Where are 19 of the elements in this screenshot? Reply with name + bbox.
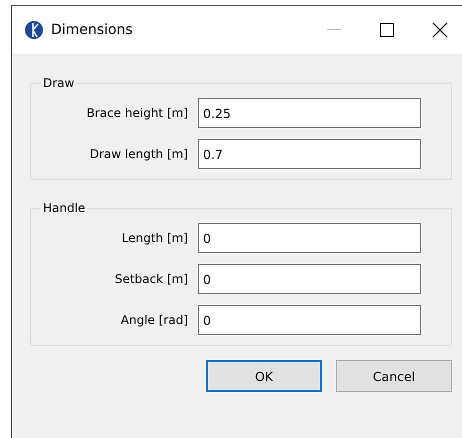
group-title: Handle (42, 201, 86, 215)
input-field[interactable]: 0 (198, 305, 421, 335)
input-field[interactable]: 0.25 (198, 98, 421, 128)
field-label: Draw length [m] (90, 147, 188, 161)
field-label: Length [m] (122, 231, 188, 245)
input-field[interactable]: 0.7 (198, 139, 421, 169)
group-title: Draw (42, 76, 76, 90)
field-label: Brace height [m] (86, 106, 188, 120)
field-label: Setback [m] (114, 272, 188, 286)
close-icon (432, 22, 448, 38)
app-logo-icon (25, 21, 43, 39)
input-field[interactable]: 0 (198, 264, 421, 294)
field-label: Angle [rad] (120, 313, 188, 327)
ok-button[interactable]: OK (206, 360, 322, 392)
minimize-icon (327, 29, 341, 31)
maximize-icon (380, 23, 394, 37)
cancel-button[interactable]: Cancel (336, 360, 452, 392)
window-title: Dimensions (51, 22, 134, 38)
input-field[interactable]: 0 (198, 223, 421, 253)
